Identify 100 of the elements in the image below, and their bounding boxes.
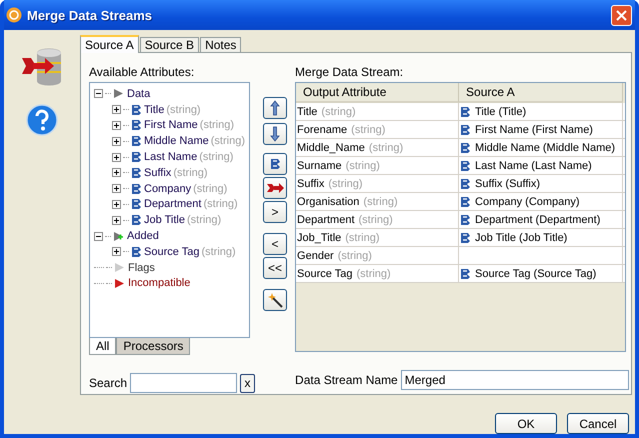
table-cell: Source Tag (Source Tag) (475, 268, 596, 280)
tag-icon (460, 160, 472, 172)
tag-icon (131, 166, 142, 179)
type-label: (string) (173, 166, 208, 179)
expand-icon[interactable] (112, 105, 121, 114)
tab[interactable]: Notes (200, 37, 242, 53)
tree-item[interactable]: Middle Name (144, 135, 209, 148)
dialog-button[interactable]: Cancel (567, 413, 629, 434)
triangle-icon (113, 88, 125, 100)
stream-name-field[interactable]: Merged (400, 370, 629, 390)
tree-item[interactable]: First Name (144, 119, 198, 132)
table-cell: Job_Title (297, 232, 342, 244)
tag-icon (460, 142, 472, 154)
tree-item[interactable]: Source Tag (144, 246, 200, 258)
type-label: (string) (356, 268, 391, 280)
triangle-icon (114, 262, 126, 274)
type-label: (string) (199, 151, 234, 164)
expand-icon[interactable] (112, 120, 121, 130)
filter-tab[interactable]: Processors (116, 338, 190, 355)
tag-icon (460, 214, 472, 226)
tree-item[interactable]: Incompatible (128, 277, 190, 290)
move-button[interactable]: > (263, 201, 288, 223)
table-cell: Last Name (Last Name) (475, 160, 592, 172)
tag-icon (131, 104, 142, 116)
type-label: (string) (363, 196, 398, 208)
tree-item[interactable]: Company (144, 182, 192, 195)
tag-icon (270, 158, 281, 170)
expand-icon[interactable] (112, 200, 121, 209)
expand-icon[interactable] (112, 247, 121, 256)
expand-icon[interactable] (112, 136, 121, 146)
magic-wand-icon (267, 292, 284, 308)
column-header[interactable]: Source A (459, 83, 624, 103)
type-label: (string) (351, 124, 386, 136)
tag-icon (131, 182, 142, 195)
tag-icon (460, 268, 472, 280)
search-field[interactable] (130, 373, 238, 393)
tag-icon (131, 198, 142, 210)
move-button[interactable]: < (263, 233, 288, 255)
type-label: (string) (193, 182, 228, 195)
tag-icon (131, 246, 142, 258)
tree-item[interactable]: Flags (128, 262, 155, 274)
collapse-icon[interactable] (94, 89, 103, 98)
tree-item[interactable]: Last Name (144, 151, 198, 164)
table-cell: Organisation (297, 196, 360, 208)
table-cell: Middle Name (Middle Name) (475, 142, 616, 154)
tag-icon (131, 119, 142, 132)
collapse-icon[interactable] (94, 232, 103, 241)
tree-item[interactable]: Department (144, 198, 202, 210)
tree-item[interactable]: Suffix (144, 166, 172, 179)
window-title: Merge Data Streams (27, 8, 153, 22)
tool-button[interactable] (263, 153, 288, 175)
triangle-icon (114, 278, 126, 289)
section-label: Merge Data Stream: (295, 65, 404, 80)
tree-item[interactable]: Job Title (144, 214, 185, 226)
tag-icon (460, 106, 472, 118)
down-arrow-icon (270, 126, 280, 142)
triangle-icon (113, 230, 125, 242)
tag-icon (460, 232, 472, 244)
type-label: (string) (368, 142, 404, 154)
tag-icon (131, 151, 142, 164)
tag-icon (130, 135, 142, 148)
table-cell: Gender (297, 250, 334, 262)
tree-item[interactable]: Data (127, 88, 150, 100)
table-cell: Middle_Name (297, 142, 365, 154)
expand-icon[interactable] (112, 152, 121, 162)
tool-button[interactable] (263, 289, 288, 311)
column-header[interactable]: Output Attribute (296, 83, 460, 103)
tab[interactable]: Source A (80, 35, 139, 53)
table-cell: Company (Company) (475, 196, 580, 208)
move-button[interactable]: << (263, 257, 288, 279)
table-cell: Suffix (297, 178, 324, 190)
type-label: (string) (166, 104, 201, 116)
clear-search-button[interactable]: x (240, 374, 256, 392)
type-label: (string) (345, 232, 380, 244)
tab[interactable]: Source B (140, 37, 200, 53)
database-merge-icon (21, 48, 63, 86)
type-label: (string) (201, 246, 236, 258)
tree-item[interactable]: Title (144, 104, 164, 116)
tag-icon (460, 196, 472, 208)
table-cell: Title (Title) (475, 106, 526, 118)
app-icon (6, 7, 22, 23)
merge-arrow-icon (266, 182, 284, 194)
tag-icon (460, 124, 472, 136)
type-label: (string) (358, 214, 393, 226)
expand-icon[interactable] (112, 168, 121, 178)
tool-button[interactable] (263, 97, 288, 119)
close-button[interactable] (611, 4, 632, 26)
type-label: (string) (200, 119, 234, 132)
filter-tab[interactable]: All (89, 338, 116, 355)
tree-item[interactable]: Added (127, 230, 159, 242)
table-cell: Surname (297, 160, 342, 172)
expand-icon[interactable] (112, 184, 121, 194)
expand-icon[interactable] (112, 216, 121, 225)
dialog-button[interactable]: OK (495, 413, 557, 434)
table-cell: Forename (297, 124, 348, 136)
tool-button[interactable] (263, 177, 288, 199)
help-icon[interactable] (26, 104, 58, 136)
tool-button[interactable] (263, 123, 288, 145)
tag-icon (460, 178, 472, 190)
type-label: (string) (210, 135, 245, 148)
